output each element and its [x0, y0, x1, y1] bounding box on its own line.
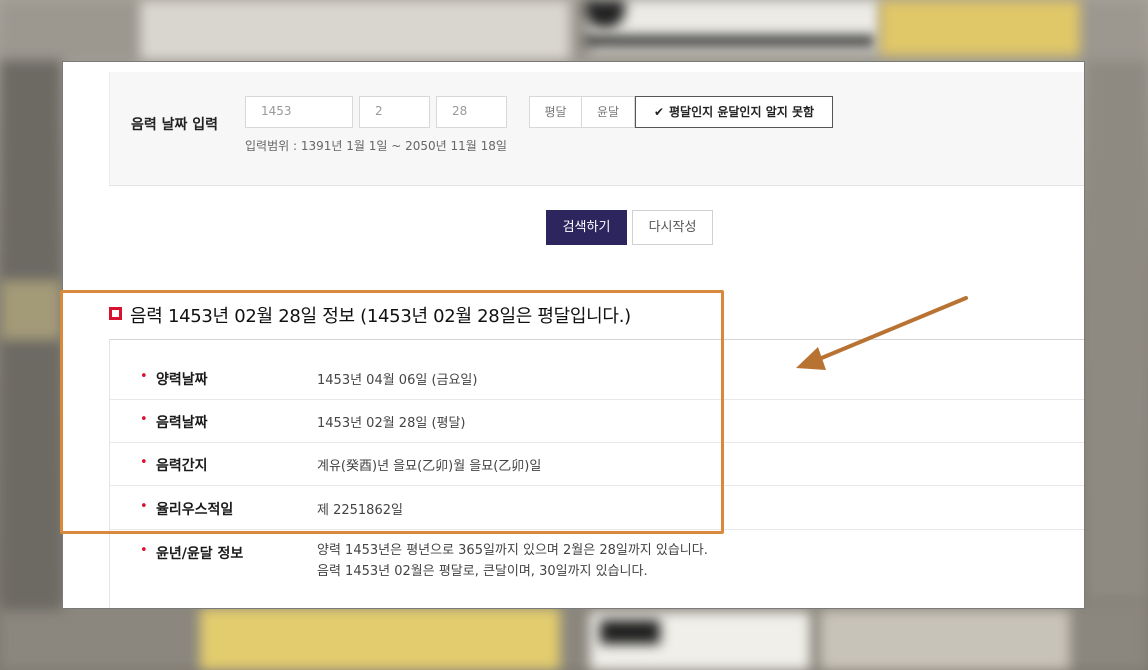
row-value-line1: 양력 1453년은 평년으로 365일까지 있으며 2월은 28일까지 있습니다… — [317, 543, 708, 558]
month-input[interactable]: 2 — [359, 96, 430, 128]
result-row: • 양력날짜 1453년 04월 06일 (금요일) — [110, 356, 1084, 400]
row-key: 윤년/윤달 정보 — [156, 546, 244, 562]
bullet-icon: • — [140, 499, 148, 514]
result-heading-text: 음력 1453년 02월 28일 정보 (1453년 02월 28일은 평달입니… — [130, 306, 631, 327]
row-value: 양력 1453년은 평년으로 365일까지 있으며 2월은 28일까지 있습니다… — [317, 540, 708, 582]
row-key: 양력날짜 — [156, 372, 208, 388]
result-row: • 율리우스적일 제 2251862일 — [110, 486, 1084, 530]
result-row: • 윤년/윤달 정보 양력 1453년은 평년으로 365일까지 있으며 2월은… — [110, 530, 1084, 600]
lunar-calendar-card: 음력 날짜 입력 1453 2 28 평달 윤달 ✔ 평달인지 윤달인지 알지 못… — [62, 61, 1085, 609]
input-range-note: 입력범위 : 1391년 1월 1일 ~ 2050년 11월 18일 — [245, 139, 507, 153]
search-button[interactable]: 검색하기 — [546, 210, 627, 245]
option-unknown-label: 평달인지 윤달인지 알지 못함 — [669, 105, 815, 119]
date-input-label: 음력 날짜 입력 — [131, 117, 219, 133]
bullet-icon: • — [140, 543, 148, 558]
row-key: 음력날짜 — [156, 415, 208, 431]
row-value: 계유(癸酉)년 을묘(乙卯)월 을묘(乙卯)일 — [317, 459, 542, 474]
result-row: • 음력간지 계유(癸酉)년 을묘(乙卯)월 을묘(乙卯)일 — [110, 442, 1084, 486]
result-heading: 음력 1453년 02월 28일 정보 (1453년 02월 28일은 평달입니… — [109, 302, 631, 328]
row-key: 율리우스적일 — [156, 502, 234, 518]
day-input[interactable]: 28 — [436, 96, 507, 128]
square-marker-icon — [109, 307, 122, 320]
reset-button[interactable]: 다시작성 — [632, 210, 713, 245]
date-input-panel: 음력 날짜 입력 1453 2 28 평달 윤달 ✔ 평달인지 윤달인지 알지 못… — [109, 72, 1084, 186]
option-leap-month[interactable]: 윤달 — [581, 96, 635, 128]
result-table: • 양력날짜 1453년 04월 06일 (금요일) • 음력날짜 1453년 … — [109, 339, 1084, 608]
bullet-icon: • — [140, 369, 148, 384]
row-value: 1453년 04월 06일 (금요일) — [317, 373, 478, 388]
row-value: 제 2251862일 — [317, 503, 403, 518]
row-value-line2: 음력 1453년 02월은 평달로, 큰달이며, 30일까지 있습니다. — [317, 564, 648, 579]
option-unknown[interactable]: ✔ 평달인지 윤달인지 알지 못함 — [635, 96, 833, 128]
bullet-icon: • — [140, 455, 148, 470]
row-value: 1453년 02월 28일 (평달) — [317, 416, 466, 431]
year-input[interactable]: 1453 — [245, 96, 353, 128]
option-normal-month[interactable]: 평달 — [529, 96, 582, 128]
result-row: • 음력날짜 1453년 02월 28일 (평달) — [110, 399, 1084, 443]
check-icon: ✔ — [653, 105, 665, 119]
row-key: 음력간지 — [156, 458, 208, 474]
bullet-icon: • — [140, 412, 148, 427]
